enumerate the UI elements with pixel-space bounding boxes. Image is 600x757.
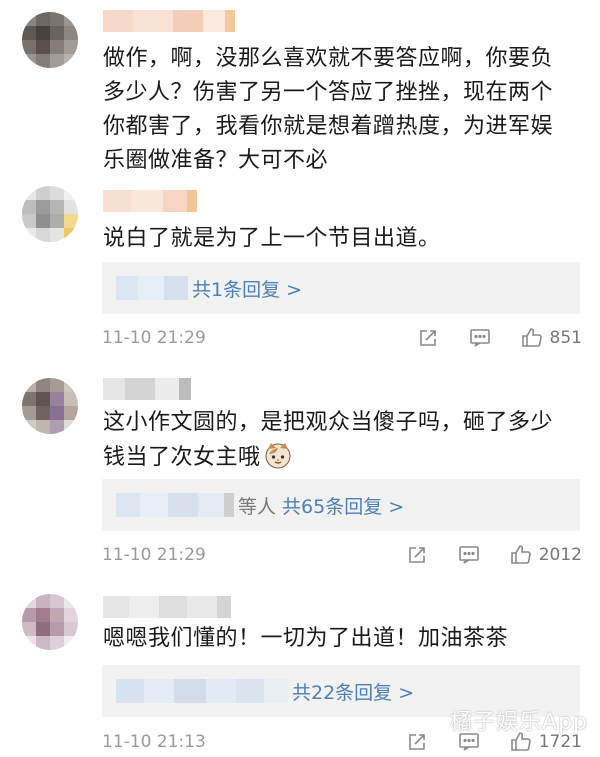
like-count: 2012 [538,545,582,565]
username-blurred[interactable] [103,10,235,32]
timestamp: 11-10 21:29 [102,545,206,565]
reply-users-blurred [116,276,188,300]
comment-text-body: 这小作文圆的，是把观众当傻子吗，砸了多少钱当了次女主哦 [103,410,554,470]
comment-text: 做作，啊，没那么喜欢就不要答应啊，你要负多少人？伤害了另一个答应了挫挫，现在两个… [103,46,554,173]
reply-count-link[interactable]: 共22条回复 > [292,678,414,705]
username-blurred[interactable] [103,378,191,400]
timestamp: 11-10 21:29 [102,328,206,348]
reply-prefix: 等人 [238,495,277,518]
reply-count-link[interactable]: 共65条回复 > [282,492,404,519]
comment-icon[interactable] [457,543,481,567]
comment-text: 说白了就是为了上一个节目出道。 [103,226,441,251]
reply-summary-box[interactable]: 共1条回复 > [102,262,580,314]
comment-text: 这小作文圆的，是把观众当傻子吗，砸了多少钱当了次女主哦 [103,406,573,475]
cat-face-emoji [263,440,293,470]
reply-summary-box[interactable]: 等人 共65条回复 > [102,479,580,531]
timestamp: 11-10 21:13 [102,732,206,752]
comment-icon[interactable] [468,326,492,350]
username-blurred[interactable] [103,596,231,618]
watermark: 橘子娱乐App [450,710,588,735]
share-icon[interactable] [405,543,429,567]
comment-text: 嗯嗯我们懂的！一切为了出道！加油茶茶 [103,626,509,651]
share-icon[interactable] [416,326,440,350]
like-count: 851 [549,328,582,348]
avatar[interactable] [22,378,78,434]
share-icon[interactable] [405,730,429,754]
reply-users-blurred [116,679,288,703]
avatar[interactable] [22,12,78,68]
thumbs-up-icon [521,328,542,347]
comment-meta: 11-10 21:29 851 [102,323,582,353]
avatar[interactable] [22,186,78,242]
reply-users-blurred [116,493,234,517]
thumbs-up-icon [510,545,531,564]
reply-count-link[interactable]: 共1条回复 > [192,275,302,302]
comment-meta: 11-10 21:29 2012 [102,540,582,570]
avatar[interactable] [22,594,78,650]
username-blurred[interactable] [103,190,197,212]
like-button[interactable]: 2012 [509,543,582,567]
like-button[interactable]: 851 [520,326,582,350]
